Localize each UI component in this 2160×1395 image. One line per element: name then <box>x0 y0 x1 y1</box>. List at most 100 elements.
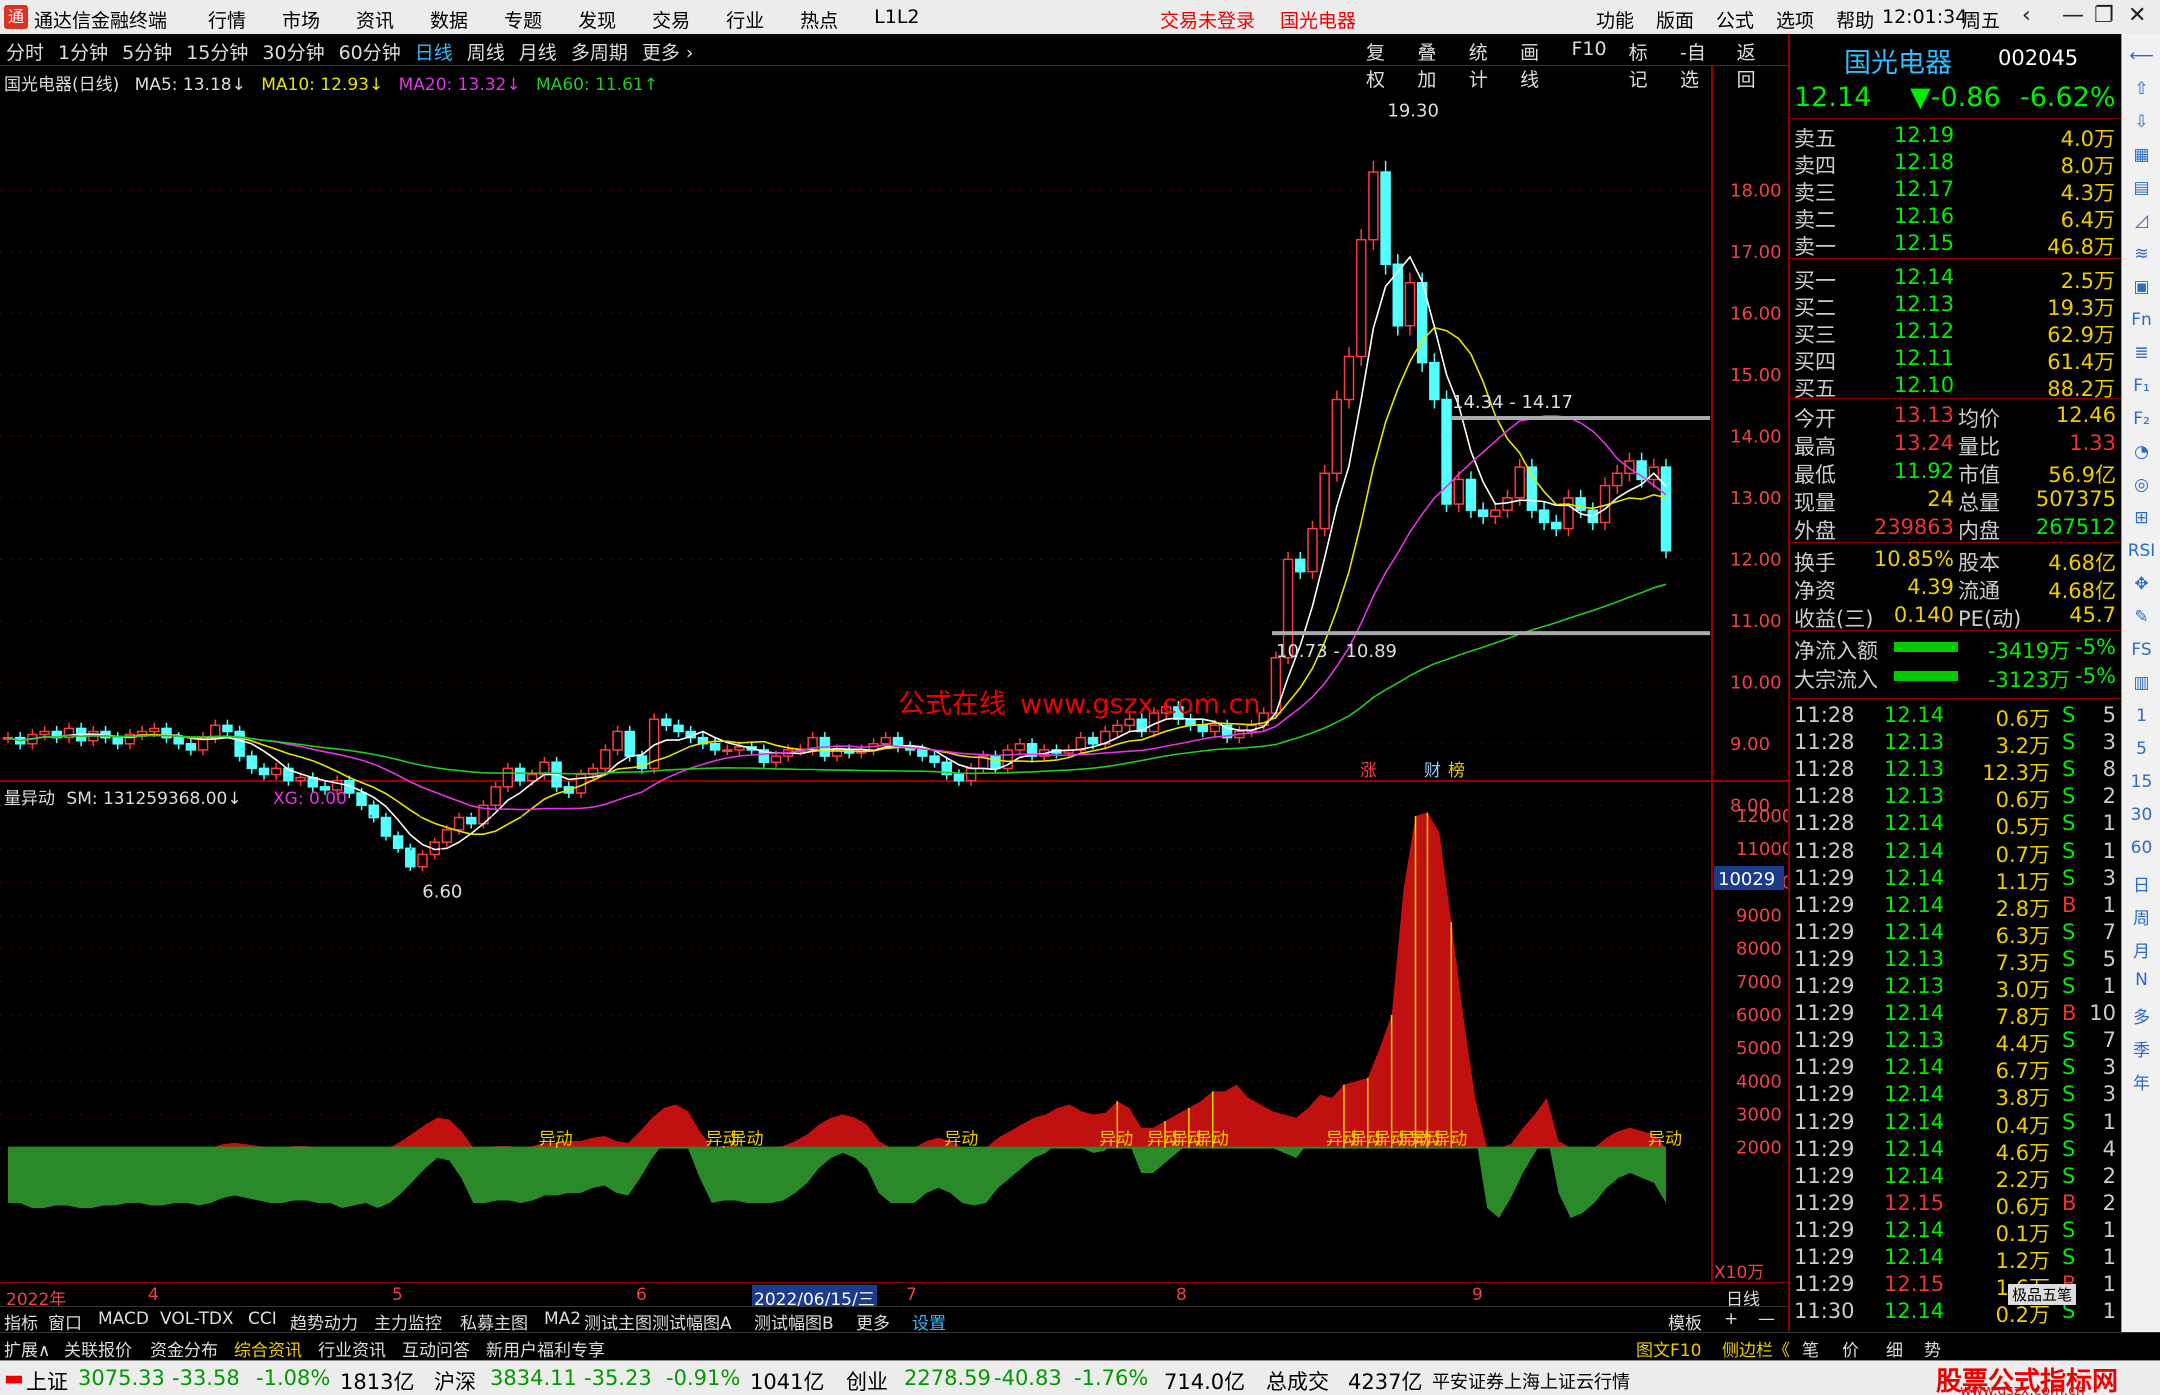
indicator-tab-11[interactable]: 测试幅图B <box>754 1309 834 1334</box>
close-icon[interactable]: ✕ <box>2128 3 2146 28</box>
side-icon-15[interactable]: RSI <box>2122 541 2160 561</box>
info-tab-1[interactable]: 关联报价 <box>64 1336 132 1361</box>
indicator-tab-0[interactable]: 指标 <box>4 1309 38 1334</box>
template-button[interactable]: 模板 <box>1668 1309 1702 1334</box>
side-icon-7[interactable]: ▣ <box>2122 277 2160 297</box>
side-icon-12[interactable]: ◔ <box>2122 442 2160 462</box>
menu-market[interactable]: 市场 <box>282 6 320 33</box>
maximize-icon[interactable]: ❐ <box>2094 3 2114 28</box>
hs-label[interactable]: 沪深 <box>434 1366 476 1395</box>
sh-amount: 1813亿 <box>340 1370 415 1394</box>
menu-help[interactable]: 帮助 <box>1836 6 1874 33</box>
side-icon-27[interactable]: 月 <box>2122 937 2160 962</box>
info-tab-3[interactable]: 综合资讯 <box>234 1336 302 1361</box>
indicator-tab-3[interactable]: VOL-TDX <box>160 1309 234 1329</box>
side-icon-3[interactable]: ▦ <box>2122 145 2160 165</box>
info-right-tab-2[interactable]: 笔 <box>1802 1336 1819 1361</box>
menu-layout[interactable]: 版面 <box>1656 6 1694 33</box>
info-tab-5[interactable]: 互动问答 <box>402 1336 470 1361</box>
indicator-tab-5[interactable]: 趋势动力 <box>290 1309 358 1334</box>
side-icon-11[interactable]: F₂ <box>2122 409 2160 429</box>
info-tab-4[interactable]: 行业资讯 <box>318 1336 386 1361</box>
side-icon-30[interactable]: 季 <box>2122 1036 2160 1061</box>
side-icon-6[interactable]: ≋ <box>2122 244 2160 264</box>
period-tab-9[interactable]: 多周期 <box>571 38 628 65</box>
menu-function[interactable]: 功能 <box>1596 6 1634 33</box>
menu-topic[interactable]: 专题 <box>504 6 542 33</box>
side-icon-21[interactable]: 5 <box>2122 739 2160 759</box>
side-icon-4[interactable]: ▤ <box>2122 178 2160 198</box>
info-tab-2[interactable]: 资金分布 <box>150 1336 218 1361</box>
side-icon-9[interactable]: ≣ <box>2122 343 2160 363</box>
side-icon-13[interactable]: ◎ <box>2122 475 2160 495</box>
indicator-tab-9[interactable]: 测试主图 <box>584 1309 652 1334</box>
period-tab-8[interactable]: 月线 <box>519 38 557 65</box>
indicator-tab-4[interactable]: CCI <box>248 1309 277 1329</box>
kline-chart[interactable]: 18.00 17.00 16.00 15.00 14.00 13.00 12.00 11.00… <box>0 66 1788 1282</box>
menu-l1l2[interactable]: L1L2 <box>874 6 919 33</box>
period-tab-2[interactable]: 5分钟 <box>122 38 172 65</box>
indicator-tab-7[interactable]: 私募主图 <box>460 1309 528 1334</box>
menu-discover[interactable]: 发现 <box>578 6 616 33</box>
period-tab-0[interactable]: 分时 <box>6 38 44 65</box>
menu-quotes[interactable]: 行情 <box>208 6 246 33</box>
side-icon-0[interactable]: ⟵ <box>2122 46 2160 66</box>
minimize-icon[interactable]: — <box>2062 3 2084 28</box>
indicator-tab-13[interactable]: 设置 <box>912 1309 946 1334</box>
period-tab-4[interactable]: 30分钟 <box>262 38 324 65</box>
login-status[interactable]: 交易未登录 <box>1160 6 1255 33</box>
side-icon-16[interactable]: ✥ <box>2122 574 2160 594</box>
ime-popup[interactable]: 极品五笔 <box>2008 1284 2077 1305</box>
menu-hot[interactable]: 热点 <box>800 6 838 33</box>
add-button[interactable]: + <box>1724 1309 1738 1329</box>
side-icon-25[interactable]: 日 <box>2122 871 2160 896</box>
period-tab-1[interactable]: 1分钟 <box>58 38 108 65</box>
side-icon-8[interactable]: Fn <box>2122 310 2160 330</box>
indicator-tab-2[interactable]: MACD <box>98 1309 149 1329</box>
info-right-tab-5[interactable]: 势 <box>1924 1336 1941 1361</box>
menu-formula[interactable]: 公式 <box>1716 6 1754 33</box>
side-icon-26[interactable]: 周 <box>2122 904 2160 929</box>
remove-button[interactable]: — <box>1758 1309 1775 1329</box>
side-icon-17[interactable]: ✎ <box>2122 607 2160 627</box>
info-right-tab-3[interactable]: 价 <box>1842 1336 1859 1361</box>
back-icon[interactable]: ‹ <box>2022 3 2031 28</box>
period-tab-3[interactable]: 15分钟 <box>186 38 248 65</box>
menu-data[interactable]: 数据 <box>430 6 468 33</box>
stat-1-l2: 量比 <box>1958 435 2000 459</box>
side-icon-31[interactable]: 年 <box>2122 1069 2160 1094</box>
indicator-tab-6[interactable]: 主力监控 <box>374 1309 442 1334</box>
indicator-tab-1[interactable]: 窗口 <box>48 1309 82 1334</box>
indicator-tab-8[interactable]: MA2 <box>544 1309 581 1329</box>
side-icon-20[interactable]: 1 <box>2122 706 2160 726</box>
indicator-tab-10[interactable]: 测试幅图A <box>652 1309 732 1334</box>
side-icon-29[interactable]: 多 <box>2122 1003 2160 1028</box>
info-tab-6[interactable]: 新用户福利专享 <box>486 1336 605 1361</box>
side-icon-5[interactable]: ◿ <box>2122 211 2160 231</box>
period-tab-7[interactable]: 周线 <box>467 38 505 65</box>
period-tab-10[interactable]: 更多 › <box>642 38 694 65</box>
sh-label[interactable]: 上证 <box>26 1366 68 1395</box>
menu-industry[interactable]: 行业 <box>726 6 764 33</box>
menu-news[interactable]: 资讯 <box>356 6 394 33</box>
side-icon-2[interactable]: ⇩ <box>2122 112 2160 132</box>
side-icon-23[interactable]: 30 <box>2122 805 2160 825</box>
side-icon-24[interactable]: 60 <box>2122 838 2160 858</box>
info-right-tab-1[interactable]: 侧边栏《 <box>1722 1336 1790 1361</box>
side-icon-28[interactable]: N <box>2122 970 2160 990</box>
side-icon-19[interactable]: ▥ <box>2122 673 2160 693</box>
info-right-tab-4[interactable]: 细 <box>1886 1336 1903 1361</box>
period-tab-5[interactable]: 60分钟 <box>339 38 401 65</box>
menu-trade[interactable]: 交易 <box>652 6 690 33</box>
side-icon-1[interactable]: ⇧ <box>2122 79 2160 99</box>
side-icon-14[interactable]: ⊞ <box>2122 508 2160 528</box>
menu-options[interactable]: 选项 <box>1776 6 1814 33</box>
cy-label[interactable]: 创业 <box>846 1366 888 1395</box>
indicator-tab-12[interactable]: 更多 <box>856 1309 890 1334</box>
info-tab-0[interactable]: 扩展∧ <box>4 1336 50 1361</box>
side-icon-10[interactable]: F₁ <box>2122 376 2160 396</box>
info-right-tab-0[interactable]: 图文F10 <box>1636 1336 1701 1361</box>
side-icon-22[interactable]: 15 <box>2122 772 2160 792</box>
period-tab-6[interactable]: 日线 <box>415 38 453 65</box>
side-icon-18[interactable]: FS <box>2122 640 2160 660</box>
